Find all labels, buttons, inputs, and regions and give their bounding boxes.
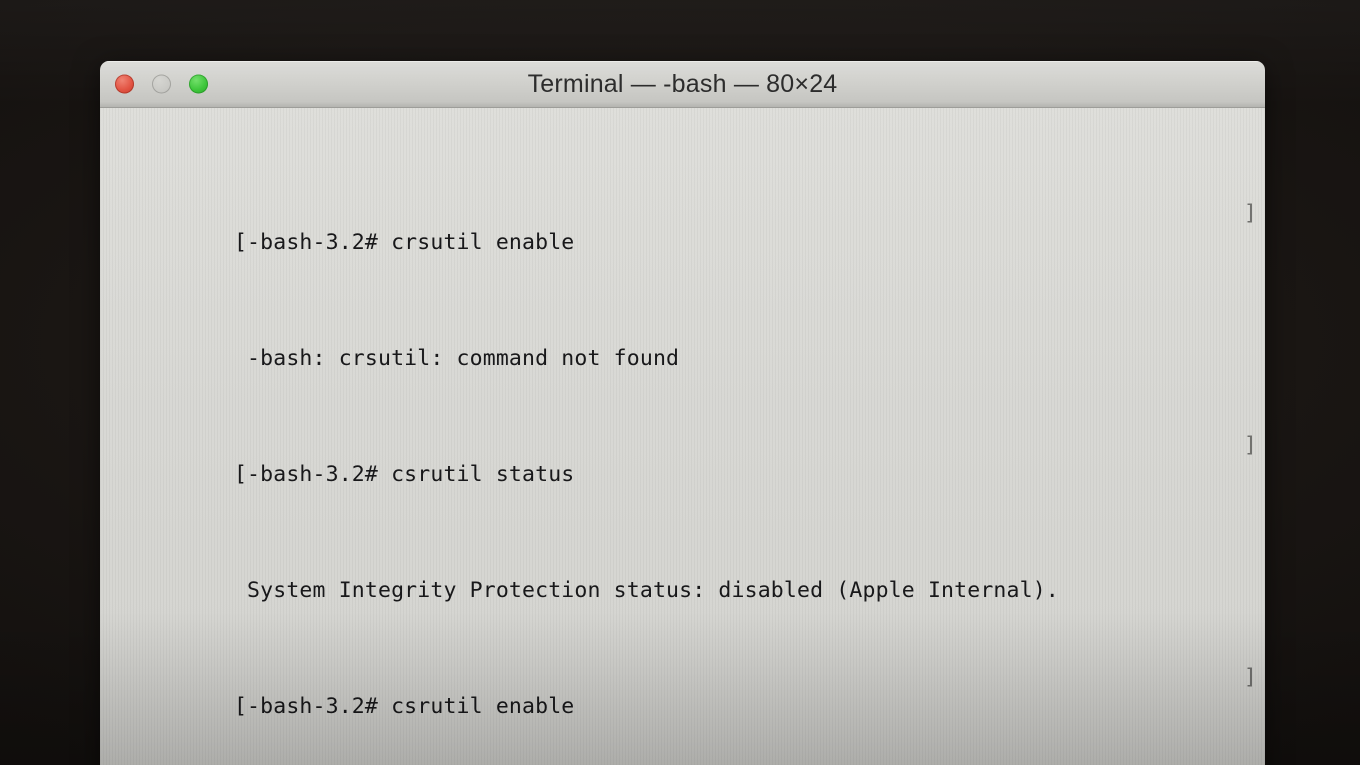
close-button-icon[interactable] — [115, 74, 134, 94]
window-traffic-lights — [115, 74, 208, 94]
terminal-text-buffer: [-bash-3.2# crsutil enable ] -bash: crsu… — [100, 112, 1265, 765]
window-title: Terminal — -bash — 80×24 — [527, 69, 838, 98]
terminal-line-text: [-bash-3.2# crsutil enable — [233, 230, 575, 255]
terminal-line-text: [-bash-3.2# csrutil status — [233, 462, 575, 487]
minimize-button-icon[interactable] — [152, 74, 171, 94]
terminal-line-text: [-bash-3.2# csrutil enable — [233, 694, 575, 719]
terminal-output-area[interactable]: [-bash-3.2# crsutil enable ] -bash: crsu… — [100, 108, 1265, 765]
terminal-line-bracket-right: ] — [1243, 665, 1257, 690]
terminal-line: [-bash-3.2# csrutil status ] — [103, 431, 1265, 487]
terminal-line: [-bash-3.2# csrutil enable ] — [103, 663, 1265, 719]
terminal-line-bracket-right: ] — [1243, 201, 1257, 226]
zoom-button-icon[interactable] — [189, 74, 208, 94]
window-titlebar[interactable]: Terminal — -bash — 80×24 — [100, 61, 1265, 108]
terminal-line-text: -bash: crsutil: command not found — [233, 346, 680, 371]
terminal-window[interactable]: Terminal — -bash — 80×24 [-bash-3.2# crs… — [100, 61, 1265, 765]
terminal-line-text: System Integrity Protection status: disa… — [233, 578, 1059, 603]
terminal-line: -bash: crsutil: command not found — [103, 315, 1265, 371]
terminal-line: System Integrity Protection status: disa… — [103, 547, 1265, 603]
terminal-line: [-bash-3.2# crsutil enable ] — [103, 199, 1265, 255]
desktop-screen: Terminal — -bash — 80×24 [-bash-3.2# crs… — [0, 0, 1360, 765]
terminal-line-bracket-right: ] — [1243, 433, 1257, 458]
